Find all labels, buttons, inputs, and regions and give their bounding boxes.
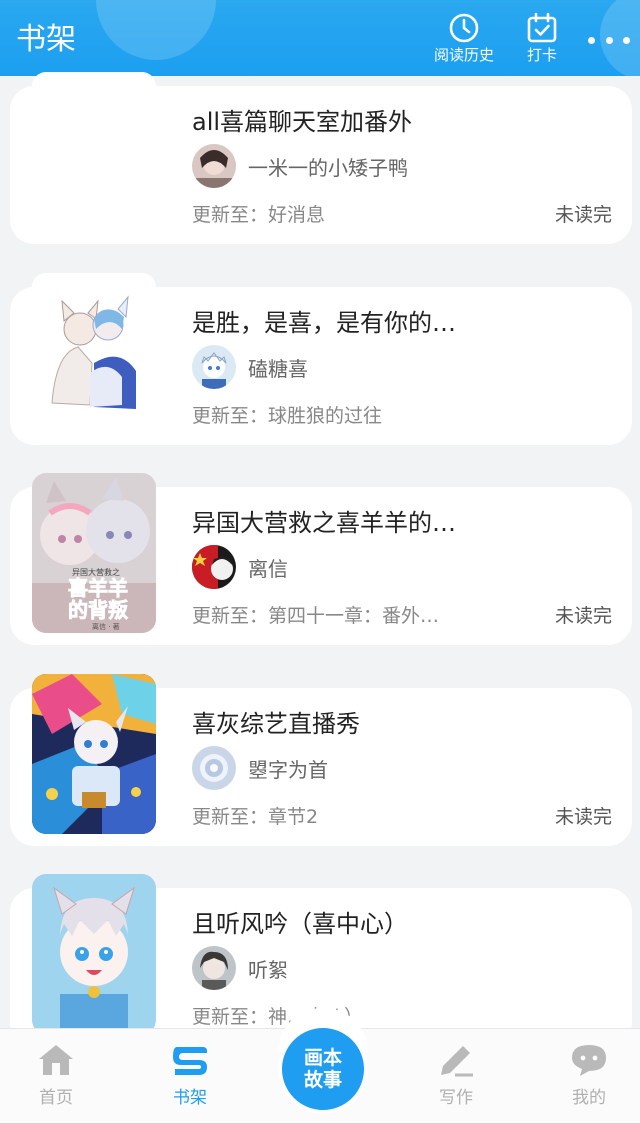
nav-shelf[interactable]: 书架 — [150, 1043, 230, 1108]
nav-mine-label: 我的 — [572, 1088, 606, 1108]
checkin-label: 打卡 — [526, 46, 557, 64]
book-title: 喜灰综艺直播秀 — [192, 710, 360, 738]
book-cover: 异国大营救之 喜羊羊 的背叛 离信 · 著 — [32, 473, 156, 633]
book-title: 是胜，是喜，是有你的… — [192, 309, 456, 337]
home-icon — [39, 1045, 73, 1075]
nav-shelf-label: 书架 — [173, 1088, 207, 1108]
center-label-line2: 故事 — [303, 1069, 342, 1091]
author-avatar — [192, 946, 236, 990]
author-avatar — [192, 144, 236, 188]
author-avatar — [192, 545, 236, 589]
pen-icon — [441, 1046, 473, 1077]
nav-mine[interactable]: 我的 — [549, 1043, 629, 1108]
book-cover — [32, 72, 156, 232]
center-label-line1: 画本 — [303, 1047, 342, 1069]
author-avatar — [192, 345, 236, 389]
author-avatar — [192, 746, 236, 790]
unread-status: 未读完 — [554, 605, 612, 627]
author-name: 曌字为首 — [248, 757, 328, 782]
nav-home[interactable]: 首页 — [16, 1043, 96, 1108]
book-card[interactable]: all喜篇聊天室加番外 一米一的小矮子鸭 更新至：好消息 未读完 — [10, 72, 632, 244]
header-bubble-decoration — [96, 0, 216, 60]
shelf-icon — [173, 1047, 207, 1075]
checkin-button[interactable]: 打卡 — [504, 12, 580, 68]
page-title: 书架 — [16, 22, 76, 57]
book-card[interactable]: 是胜，是喜，是有你的… 磕糖喜 更新至：球胜狼的过往 — [10, 273, 632, 445]
nav-write[interactable]: 写作 — [416, 1043, 496, 1108]
update-info: 更新至：球胜狼的过往 — [192, 405, 383, 427]
book-cover — [32, 674, 156, 834]
chat-icon — [572, 1045, 606, 1076]
unread-status: 未读完 — [554, 204, 612, 226]
author-name: 一米一的小矮子鸭 — [248, 155, 408, 180]
calendar-check-icon — [527, 12, 557, 43]
update-info: 更新至：第四十一章：番外… — [192, 605, 440, 627]
more-icon[interactable] — [588, 24, 630, 56]
cover-tag-text: 离信 · 著 — [92, 622, 120, 631]
reading-history-label: 阅读历史 — [433, 46, 494, 64]
book-cover — [32, 874, 156, 1034]
top-bar: 书架 阅读历史 打卡 — [0, 0, 640, 76]
update-info: 更新至：章节2 — [192, 806, 319, 828]
book-title: all喜篇聊天室加番外 — [192, 108, 413, 136]
clock-icon — [449, 13, 479, 43]
author-row: 一米一的小矮子鸭 — [192, 144, 408, 188]
unread-status: 未读完 — [554, 806, 612, 828]
author-name: 离信 — [248, 556, 288, 581]
reading-history-button[interactable]: 阅读历史 — [426, 12, 502, 68]
nav-home-label: 首页 — [39, 1088, 73, 1108]
author-name: 磕糖喜 — [248, 356, 308, 381]
cover-big-text-2: 的背叛 — [68, 598, 128, 622]
update-info: 更新至：好消息 — [192, 204, 326, 226]
picture-story-button[interactable]: 画本 故事 — [278, 1024, 368, 1114]
author-row: 听絮 — [192, 946, 288, 990]
author-row: 磕糖喜 — [192, 345, 308, 389]
book-title: 且听风吟（喜中心） — [192, 910, 408, 938]
author-row: 离信 — [192, 545, 288, 589]
cover-big-text-1: 喜羊羊 — [68, 576, 128, 600]
book-cover — [32, 273, 156, 433]
author-name: 听絮 — [248, 957, 288, 982]
nav-write-label: 写作 — [439, 1088, 473, 1108]
author-row: 曌字为首 — [192, 746, 328, 790]
book-card[interactable]: 喜灰综艺直播秀 曌字为首 更新至：章节2 未读完 — [10, 674, 632, 846]
book-card[interactable]: 异国大营救之 喜羊羊 的背叛 离信 · 著 异国大营救之喜羊羊的… 离信 更新至… — [10, 473, 632, 645]
book-title: 异国大营救之喜羊羊的… — [192, 509, 456, 537]
